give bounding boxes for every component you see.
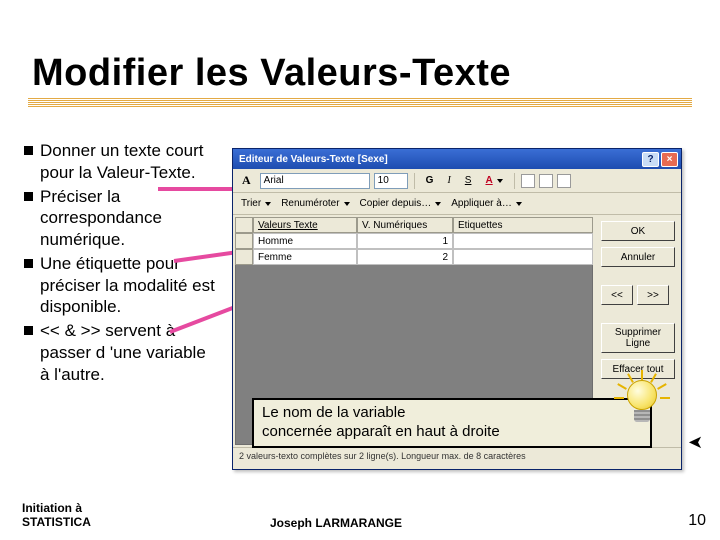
clear-all-button[interactable]: Effacer tout	[601, 359, 675, 379]
table-row[interactable]: Homme 1	[235, 233, 593, 249]
close-icon[interactable]: ×	[661, 152, 678, 167]
paste-icon[interactable]	[557, 174, 571, 188]
format-toolbar: A Arial 10 G I S A	[233, 169, 681, 193]
col-valeurs-texte[interactable]: Valeurs Texte	[253, 217, 357, 233]
bullet-4: << & >> servent à passer d 'une variable…	[24, 320, 218, 385]
cut-icon[interactable]	[521, 174, 535, 188]
delete-row-button[interactable]: Supprimer Ligne	[601, 323, 675, 353]
sort-menu[interactable]: Trier	[237, 196, 275, 211]
col-etiquettes[interactable]: Etiquettes	[453, 217, 593, 233]
footer-left: Initiation à STATISTICA	[22, 502, 91, 530]
footer-author: Joseph LARMARANGE	[270, 516, 402, 530]
font-size-input[interactable]: 10	[374, 173, 408, 189]
cancel-button[interactable]: Annuler	[601, 247, 675, 267]
dialog-caption: Editeur de Valeurs-Texte [Sexe]	[239, 154, 640, 165]
cell-label[interactable]	[453, 249, 593, 265]
cell-num[interactable]: 1	[357, 233, 453, 249]
lightbulb-icon	[622, 380, 662, 434]
italic-button[interactable]: I	[442, 172, 455, 190]
help-icon[interactable]: ?	[642, 152, 659, 167]
cell-text[interactable]: Homme	[253, 233, 357, 249]
underline-button[interactable]: S	[460, 172, 477, 190]
callout-line-1: Le nom de la variable	[262, 404, 405, 421]
bullet-2: Préciser la correspondance numérique.	[24, 186, 218, 251]
cell-num[interactable]: 2	[357, 249, 453, 265]
font-label: A	[237, 172, 256, 190]
bold-button[interactable]: G	[421, 172, 439, 190]
slide-title: Modifier les Valeurs-Texte	[32, 52, 511, 95]
bullet-1: Donner un texte court pour la Valeur-Tex…	[24, 140, 218, 184]
copy-icon[interactable]	[539, 174, 553, 188]
col-numeriques[interactable]: V. Numériques	[357, 217, 453, 233]
page-number: 10	[688, 512, 706, 530]
ok-button[interactable]: OK	[601, 221, 675, 241]
prev-variable-button[interactable]: <<	[601, 285, 633, 305]
dialog-titlebar[interactable]: Editeur de Valeurs-Texte [Sexe] ? ×	[233, 149, 681, 169]
bullet-list: Donner un texte court pour la Valeur-Tex…	[24, 140, 218, 387]
callout-box: Le nom de la variable concernée apparaît…	[252, 398, 652, 448]
bullet-3: Une étiquette pour préciser la modalité …	[24, 253, 218, 318]
action-toolbar: Trier Renuméroter Copier depuis… Appliqu…	[233, 193, 681, 215]
font-color-button[interactable]: A	[480, 172, 507, 190]
font-family-select[interactable]: Arial	[260, 173, 370, 189]
table-row[interactable]: Femme 2	[235, 249, 593, 265]
cell-text[interactable]: Femme	[253, 249, 357, 265]
callout-line-2: concernée apparaît en haut à droite	[262, 423, 500, 440]
renumber-menu[interactable]: Renuméroter	[277, 196, 353, 211]
apply-to-menu[interactable]: Appliquer à…	[447, 196, 526, 211]
copy-from-menu[interactable]: Copier depuis…	[356, 196, 446, 211]
dialog-statusbar: 2 valeurs-texto complètes sur 2 ligne(s)…	[233, 447, 681, 467]
cursor-icon: ➤	[688, 432, 703, 453]
cell-label[interactable]	[453, 233, 593, 249]
next-variable-button[interactable]: >>	[637, 285, 669, 305]
